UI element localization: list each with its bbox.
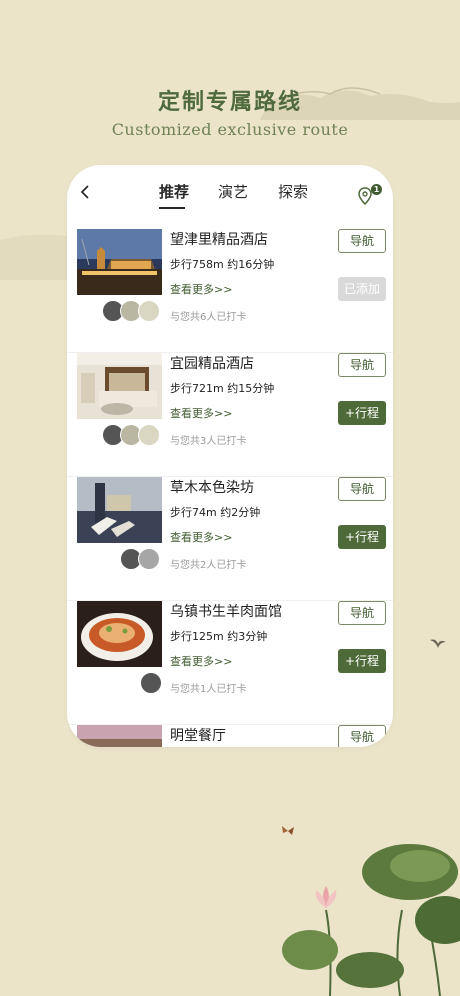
hotel-photo [77,229,162,295]
avatar-group [102,300,162,322]
add-to-itinerary-button[interactable]: +行程 [338,649,386,673]
tab-explore[interactable]: 探索 [278,181,308,202]
hotel-photo [77,353,162,419]
checkin-count: 与您共2人已打卡 [170,560,247,571]
checkin-count: 与您共6人已打卡 [170,312,247,323]
checkin-count: 与您共3人已打卡 [170,436,247,447]
list-item[interactable]: 望津里精品酒店 步行758m 约16分钟 查看更多>> 与您共6人已打卡 导航 … [67,229,393,353]
navigate-button[interactable]: 导航 [338,229,386,253]
walking-distance: 步行721m 约15分钟 [170,382,275,395]
avatar [138,424,160,446]
view-more-link[interactable]: 查看更多>> [170,281,232,297]
added-button[interactable]: 已添加 [338,277,386,301]
tab-recommend[interactable]: 推荐 [159,181,189,202]
lotus-illustration [282,844,460,996]
place-name: 望津里精品酒店 [170,232,268,248]
page-subtitle: Customized exclusive route [111,120,349,139]
place-name: 乌镇书生羊肉面馆 [170,604,282,620]
navigate-button[interactable]: 导航 [338,477,386,501]
avatar-group [140,672,162,694]
avatar-group [120,548,162,570]
route-card: 推荐 演艺 探索 1 望津里精品酒店 步行758m 约16分钟 查看更多>> 与… [67,165,393,747]
place-name: 草木本色染坊 [170,480,254,496]
add-to-itinerary-button[interactable]: +行程 [338,525,386,549]
navigate-button[interactable]: 导航 [338,601,386,625]
list-item[interactable]: 草木本色染坊 步行74m 约2分钟 查看更多>> 与您共2人已打卡 导航 +行程 [67,477,393,601]
add-to-itinerary-button[interactable]: +行程 [338,401,386,425]
list-item[interactable]: 明堂餐厅 导航 [67,725,393,747]
avatar [140,672,162,694]
page-title: 定制专属路线 [157,90,302,115]
view-more-link[interactable]: 查看更多>> [170,653,232,669]
avatar [138,548,160,570]
list-item[interactable]: 乌镇书生羊肉面馆 步行125m 约3分钟 查看更多>> 与您共1人已打卡 导航 … [67,601,393,725]
view-more-link[interactable]: 查看更多>> [170,405,232,421]
tab-performance[interactable]: 演艺 [218,181,248,202]
bird-icon [430,639,446,648]
tab-active-indicator [159,207,185,209]
location-badge: 1 [371,184,382,195]
avatar-group [102,424,162,446]
place-name: 宜园精品酒店 [170,356,254,372]
restaurant-photo [77,725,162,747]
walking-distance: 步行74m 约2分钟 [170,506,261,519]
card-topbar: 推荐 演艺 探索 1 [67,165,393,215]
back-arrow-icon[interactable] [79,185,93,199]
navigate-button[interactable]: 导航 [338,353,386,377]
list-item[interactable]: 宜园精品酒店 步行721m 约15分钟 查看更多>> 与您共3人已打卡 导航 +… [67,353,393,477]
place-name: 明堂餐厅 [170,728,226,744]
checkin-count: 与您共1人已打卡 [170,684,247,695]
view-more-link[interactable]: 查看更多>> [170,529,232,545]
restaurant-photo [77,601,162,667]
shop-photo [77,477,162,543]
walking-distance: 步行758m 约16分钟 [170,258,275,271]
walking-distance: 步行125m 约3分钟 [170,630,268,643]
avatar [138,300,160,322]
navigate-button[interactable]: 导航 [338,725,386,747]
